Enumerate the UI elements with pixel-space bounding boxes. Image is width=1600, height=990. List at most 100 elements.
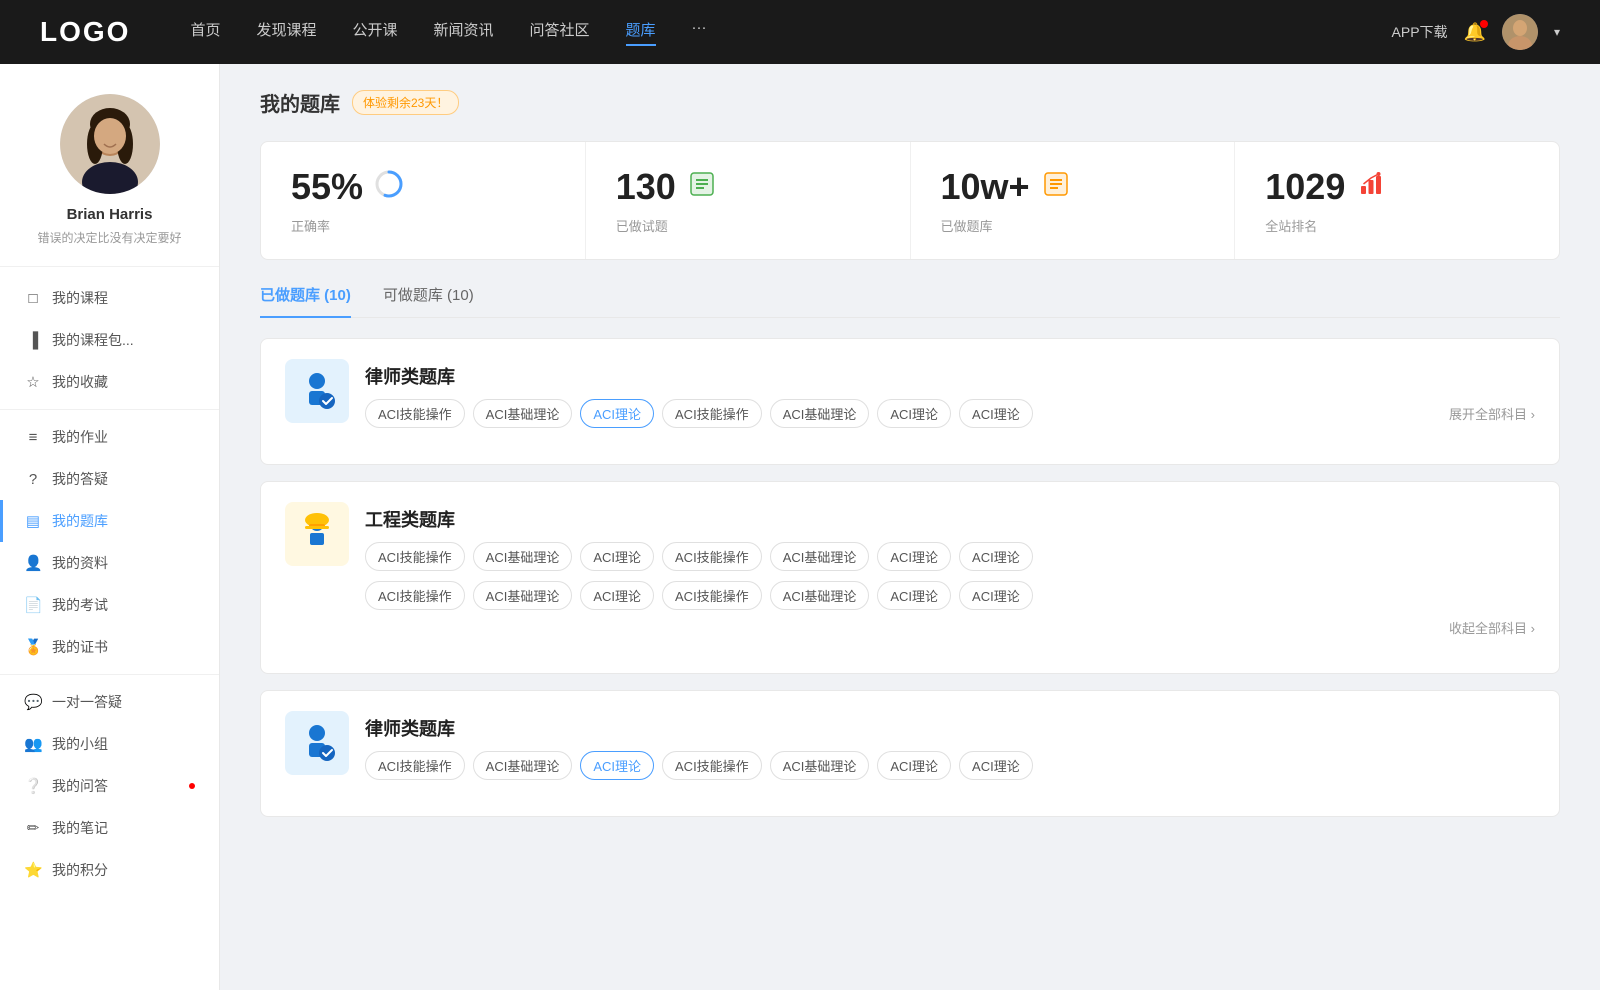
tag-lawyer-2-1[interactable]: ACI技能操作 [365,751,465,780]
tag-lawyer-2-3[interactable]: ACI理论 [580,751,654,780]
qbank-title-engineer: 工程类题库 [365,502,1535,532]
qbank-info-lawyer-1: 律师类题库 ACI技能操作 ACI基础理论 ACI理论 ACI技能操作 ACI基… [365,359,1535,428]
sidebar-item-certificate[interactable]: 🏅 我的证书 [0,626,219,668]
engineer-icon [295,512,339,556]
stat-accuracy: 55% 正确率 [261,142,586,259]
sidebar-item-course-packages[interactable]: ▐ 我的课程包... [0,319,219,361]
tag-lawyer-2-7[interactable]: ACI理论 [959,751,1033,780]
sidebar-item-exam[interactable]: 📄 我的考试 [0,584,219,626]
qbank-card-lawyer-2: 律师类题库 ACI技能操作 ACI基础理论 ACI理论 ACI技能操作 ACI基… [260,690,1560,817]
my-qa-label: 我的问答 [52,776,108,796]
tag-eng-2-6[interactable]: ACI理论 [877,581,951,610]
avatar-image [1502,14,1538,50]
profile-name: Brian Harris [67,206,153,223]
tag-eng-2-2[interactable]: ACI基础理论 [473,581,573,610]
user-menu-chevron[interactable]: ▾ [1554,25,1560,39]
nav-links: 首页 发现课程 公开课 新闻资讯 问答社区 题库 ··· [190,19,1391,46]
qbank-info-lawyer-2: 律师类题库 ACI技能操作 ACI基础理论 ACI理论 ACI技能操作 ACI基… [365,711,1535,780]
nav-more[interactable]: ··· [692,19,707,46]
stat-done-banks: 10w+ 已做题库 [911,142,1236,259]
user-avatar[interactable] [1502,14,1538,50]
tag-eng-2-7[interactable]: ACI理论 [959,581,1033,610]
app-download-link[interactable]: APP下载 [1392,22,1448,42]
expand-lawyer-1[interactable]: 展开全部科目 › [1449,404,1535,423]
tag-lawyer-1-1[interactable]: ACI技能操作 [365,399,465,428]
nav-home[interactable]: 首页 [190,19,220,46]
my-courses-icon: □ [24,290,42,307]
menu-divider-1 [0,409,219,410]
tag-lawyer-1-5[interactable]: ACI基础理论 [770,399,870,428]
tag-lawyer-2-5[interactable]: ACI基础理论 [770,751,870,780]
qbank-title-lawyer-1: 律师类题库 [365,359,1535,389]
tag-eng-1-7[interactable]: ACI理论 [959,542,1033,571]
tab-done[interactable]: 已做题库 (10) [260,284,351,317]
tag-lawyer-1-7[interactable]: ACI理论 [959,399,1033,428]
my-qa-icon: ❔ [24,777,42,795]
stat-done-banks-top: 10w+ [941,166,1070,208]
nav-discover[interactable]: 发现课程 [256,19,316,46]
tag-lawyer-2-2[interactable]: ACI基础理论 [473,751,573,780]
tag-eng-1-6[interactable]: ACI理论 [877,542,951,571]
sidebar-item-qbank[interactable]: ▤ 我的题库 [0,500,219,542]
tag-eng-1-2[interactable]: ACI基础理论 [473,542,573,571]
page-layout: Brian Harris 错误的决定比没有决定要好 □ 我的课程 ▐ 我的课程包… [0,64,1600,990]
sidebar-item-profile[interactable]: 👤 我的资料 [0,542,219,584]
sidebar-item-questions[interactable]: ? 我的答疑 [0,458,219,500]
group-label: 我的小组 [52,734,108,754]
qa-notification-dot [189,783,195,789]
stat-ranking-label: 全站排名 [1265,216,1317,235]
sidebar-item-my-qa[interactable]: ❔ 我的问答 [0,765,219,807]
sidebar-item-homework[interactable]: ≡ 我的作业 [0,416,219,458]
notes-icon: ✏ [24,819,42,837]
profile-avatar-image [60,94,160,194]
logo: LOGO [40,16,130,48]
tag-eng-2-3[interactable]: ACI理论 [580,581,654,610]
tag-lawyer-1-2[interactable]: ACI基础理论 [473,399,573,428]
sidebar-item-my-courses[interactable]: □ 我的课程 [0,277,219,319]
tag-eng-2-4[interactable]: ACI技能操作 [662,581,762,610]
sidebar-item-favorites[interactable]: ☆ 我的收藏 [0,361,219,403]
nav-news[interactable]: 新闻资讯 [434,19,494,46]
tag-lawyer-2-4[interactable]: ACI技能操作 [662,751,762,780]
stat-accuracy-value: 55% [291,166,363,208]
stat-accuracy-icon [375,170,403,205]
stat-done-banks-label: 已做题库 [941,216,993,235]
sidebar-item-points[interactable]: ⭐ 我的积分 [0,849,219,891]
tag-lawyer-1-4[interactable]: ACI技能操作 [662,399,762,428]
qbank-label: 我的题库 [52,511,108,531]
tag-eng-1-1[interactable]: ACI技能操作 [365,542,465,571]
notification-bell[interactable]: 🔔 [1464,22,1486,43]
sidebar-item-group[interactable]: 👥 我的小组 [0,723,219,765]
sidebar-item-tutoring[interactable]: 💬 一对一答疑 [0,681,219,723]
profile-motto: 错误的决定比没有决定要好 [37,229,181,246]
sidebar-item-notes[interactable]: ✏ 我的笔记 [0,807,219,849]
tag-lawyer-2-6[interactable]: ACI理论 [877,751,951,780]
notes-label: 我的笔记 [52,818,108,838]
lawyer-icon-2 [295,721,339,765]
group-icon: 👥 [24,735,42,753]
tag-eng-1-3[interactable]: ACI理论 [580,542,654,571]
trial-badge: 体验剩余23天！ [352,90,459,115]
nav-open[interactable]: 公开课 [352,19,397,46]
tab-available[interactable]: 可做题库 (10) [383,284,474,317]
page-header: 我的题库 体验剩余23天！ [260,88,1560,117]
nav-qa[interactable]: 问答社区 [530,19,590,46]
stats-row: 55% 正确率 130 [260,141,1560,260]
qbank-icon-lawyer-2 [285,711,349,775]
user-profile: Brian Harris 错误的决定比没有决定要好 [0,64,219,267]
stat-ranking-icon [1357,170,1385,205]
sidebar-menu: □ 我的课程 ▐ 我的课程包... ☆ 我的收藏 ≡ 我的作业 ? 我的答疑 ▤ [0,267,219,901]
tag-lawyer-1-6[interactable]: ACI理论 [877,399,951,428]
collapse-engineer[interactable]: 收起全部科目 › [1449,618,1535,637]
course-packages-icon: ▐ [24,332,42,349]
tag-eng-2-1[interactable]: ACI技能操作 [365,581,465,610]
stat-done-questions-value: 130 [616,166,676,208]
tag-eng-1-5[interactable]: ACI基础理论 [770,542,870,571]
nav-qbank[interactable]: 题库 [626,19,656,46]
tag-eng-1-4[interactable]: ACI技能操作 [662,542,762,571]
stat-ranking-top: 1029 [1265,166,1385,208]
qbank-tabs: 已做题库 (10) 可做题库 (10) [260,284,1560,318]
exam-icon: 📄 [24,596,42,614]
tag-lawyer-1-3[interactable]: ACI理论 [580,399,654,428]
tag-eng-2-5[interactable]: ACI基础理论 [770,581,870,610]
